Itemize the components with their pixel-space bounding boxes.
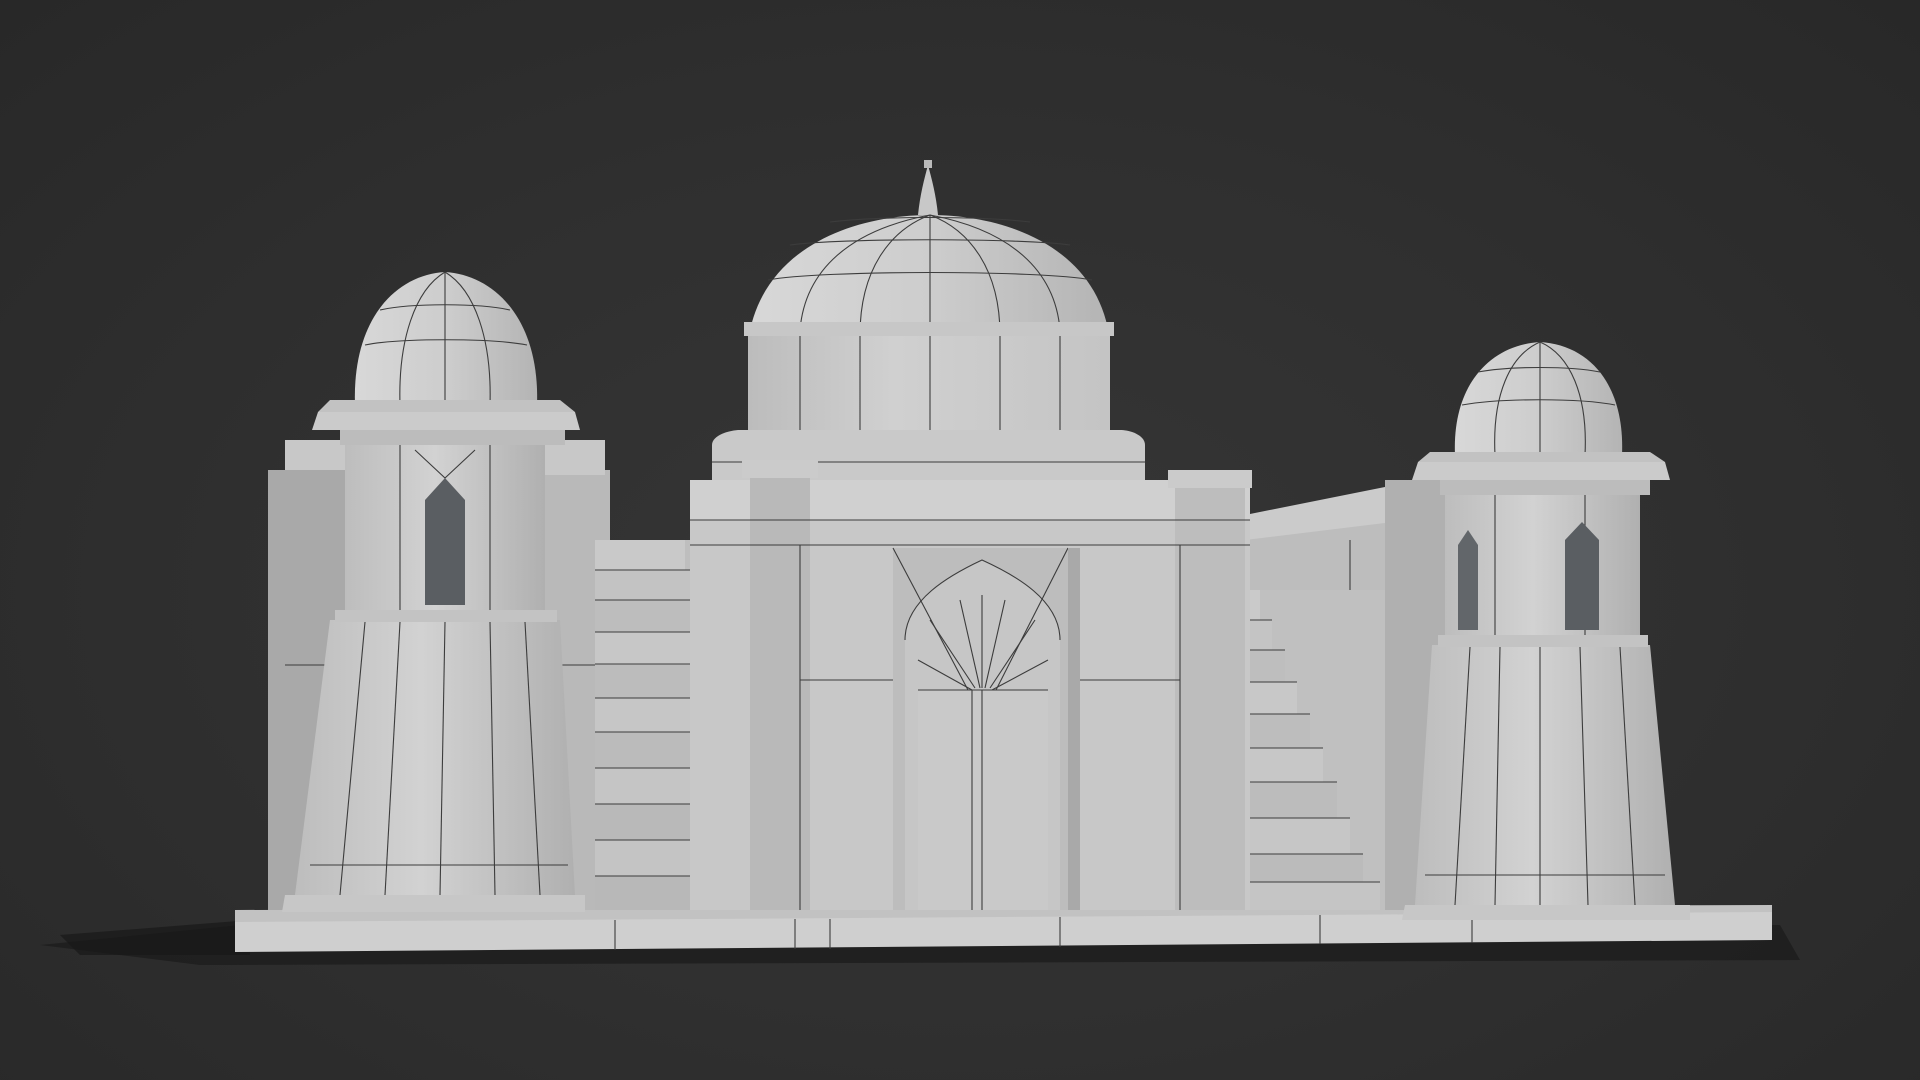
right-stairs [1245, 590, 1385, 910]
central-dome [712, 160, 1145, 485]
render-viewport [0, 0, 1920, 1080]
main-hall [690, 460, 1252, 910]
building-model [40, 160, 1800, 965]
right-tower [1402, 341, 1690, 920]
